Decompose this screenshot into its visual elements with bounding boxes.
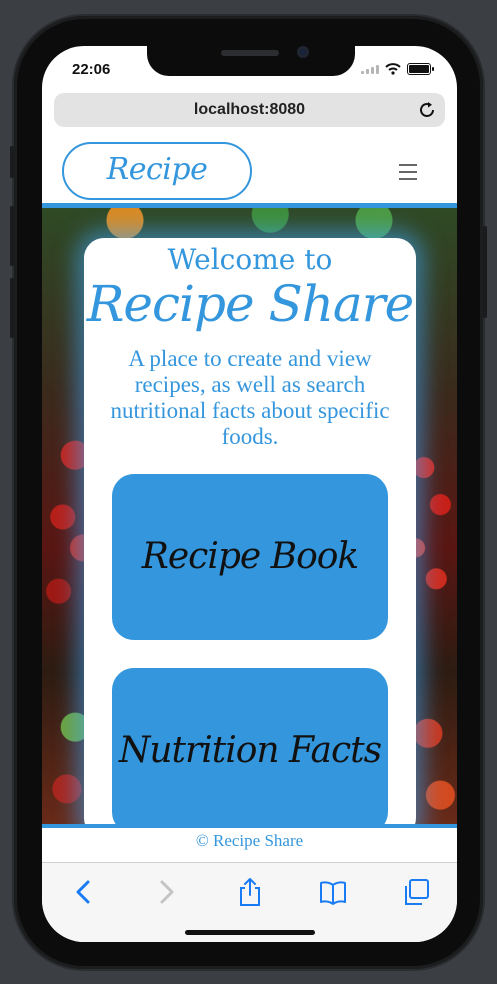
notch xyxy=(147,46,355,76)
home-indicator[interactable] xyxy=(185,930,315,935)
hero-section: Welcome to Recipe Share A place to creat… xyxy=(42,208,457,826)
phone-screen: 22:06 localhost:8080 Recipe Share Welcom… xyxy=(42,46,457,942)
tabs-icon[interactable] xyxy=(401,877,431,907)
forward-icon[interactable] xyxy=(151,877,181,907)
site-logo[interactable]: Recipe Share xyxy=(62,142,252,239)
status-icons xyxy=(361,63,434,75)
menu-icon[interactable] xyxy=(399,164,417,185)
speaker xyxy=(221,50,279,56)
welcome-card: Welcome to Recipe Share A place to creat… xyxy=(84,238,416,826)
silent-switch xyxy=(10,146,14,178)
site-footer: © Recipe Share xyxy=(42,824,457,862)
address-bar[interactable]: localhost:8080 xyxy=(54,93,445,127)
volume-up-button xyxy=(10,206,14,266)
share-icon[interactable] xyxy=(235,877,265,907)
tagline: A place to create and view recipes, as w… xyxy=(110,346,390,449)
site-navbar: Recipe Share xyxy=(42,138,457,239)
recipe-book-button[interactable]: Recipe Book xyxy=(112,474,388,640)
volume-down-button xyxy=(10,278,14,338)
reload-icon[interactable] xyxy=(417,100,437,120)
welcome-heading: Welcome to xyxy=(167,243,333,276)
back-icon[interactable] xyxy=(69,877,99,907)
power-button xyxy=(483,226,487,318)
wifi-icon xyxy=(385,63,401,75)
signal-icon xyxy=(361,64,379,74)
brand-title: Recipe Share xyxy=(86,275,414,333)
url-text: localhost:8080 xyxy=(193,101,306,118)
camera xyxy=(297,46,309,58)
battery-icon xyxy=(407,63,434,75)
bookmarks-icon[interactable] xyxy=(318,877,348,907)
status-time: 22:06 xyxy=(72,61,111,78)
nutrition-facts-button[interactable]: Nutrition Facts xyxy=(112,668,388,826)
